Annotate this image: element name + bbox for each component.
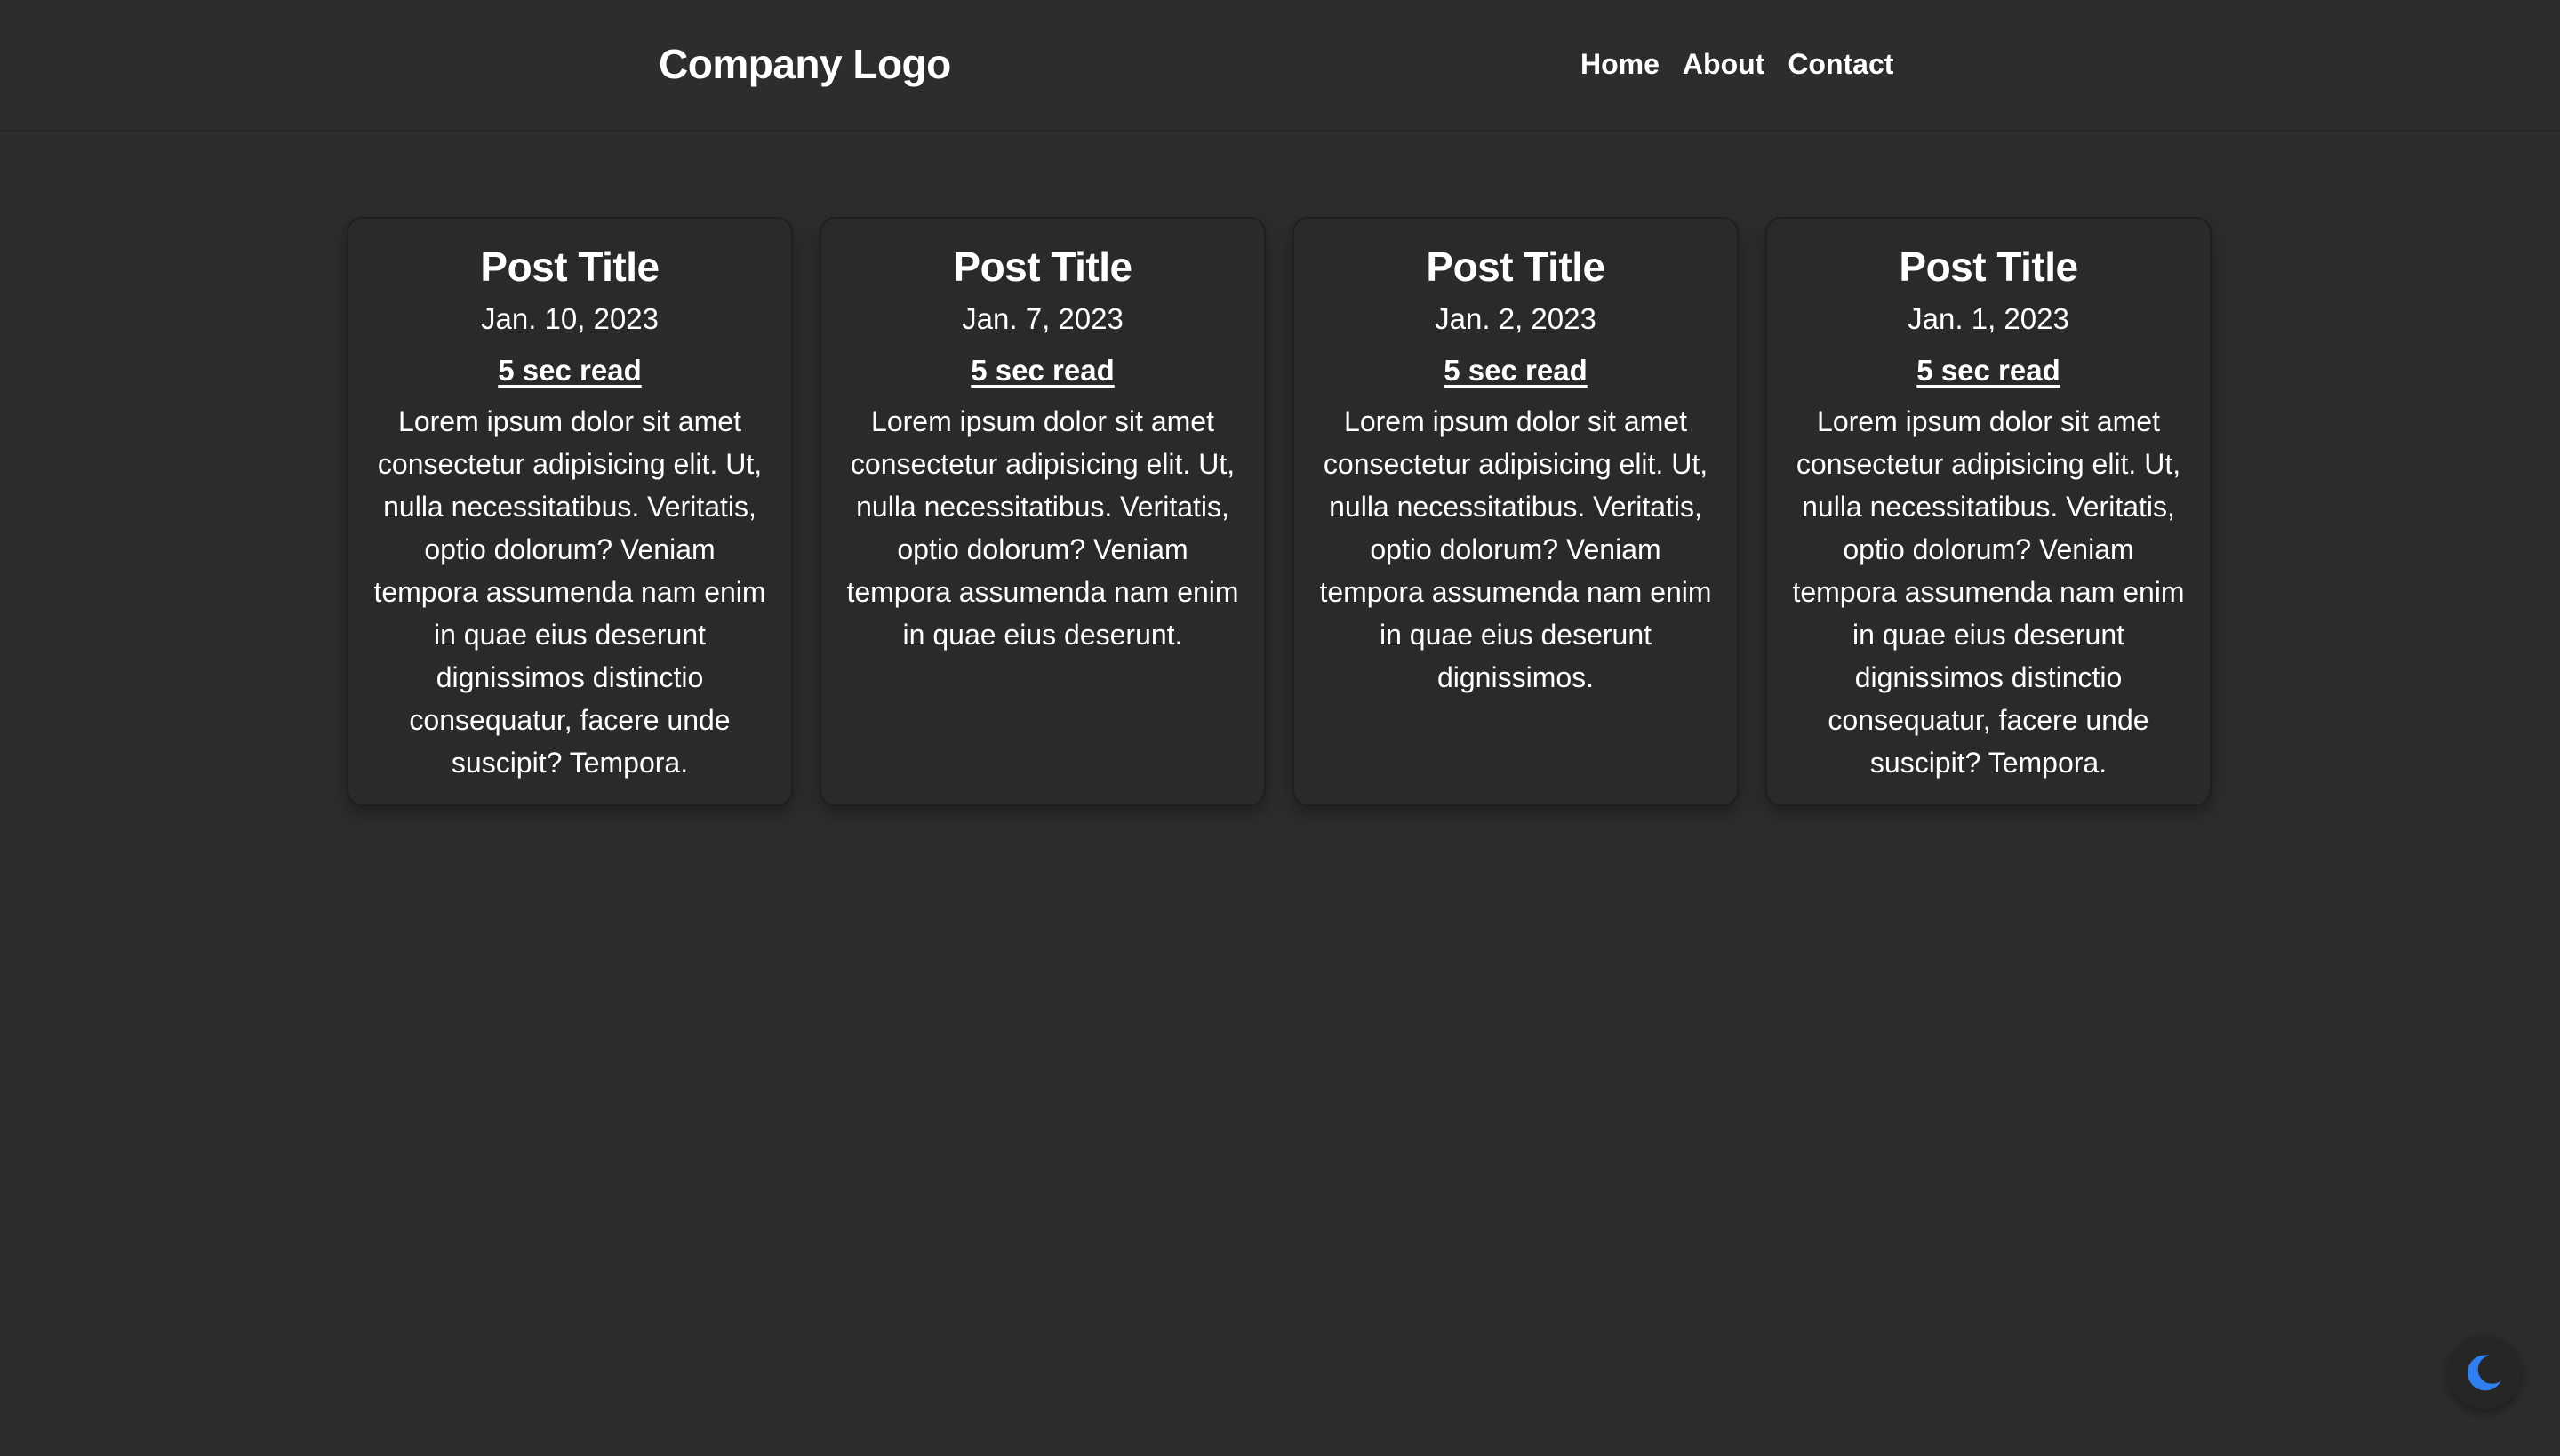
- post-excerpt: Lorem ipsum dolor sit amet consectetur a…: [373, 405, 766, 779]
- post-excerpt: Lorem ipsum dolor sit amet consectetur a…: [1319, 405, 1712, 693]
- read-time-link[interactable]: 5 sec read: [971, 350, 1114, 391]
- navbar: Company Logo Home About Contact: [0, 0, 2560, 132]
- nav-link-home[interactable]: Home: [1580, 43, 1660, 85]
- post-excerpt: Lorem ipsum dolor sit amet consectetur a…: [1792, 405, 2185, 779]
- theme-toggle-button[interactable]: [2448, 1336, 2521, 1409]
- post-date: Jan. 2, 2023: [1435, 302, 1596, 335]
- posts-grid: Post Title Jan. 10, 2023 5 sec read Lore…: [347, 217, 2212, 806]
- post-date: Jan. 7, 2023: [962, 302, 1124, 335]
- post-title: Post Title: [1426, 244, 1605, 290]
- read-time-link[interactable]: 5 sec read: [498, 350, 641, 391]
- moon-icon: [2467, 1355, 2501, 1391]
- post-title: Post Title: [480, 244, 660, 290]
- read-time-link[interactable]: 5 sec read: [1444, 350, 1587, 391]
- company-logo[interactable]: Company Logo: [659, 37, 951, 91]
- nav-link-about[interactable]: About: [1683, 43, 1764, 85]
- post-title: Post Title: [953, 244, 1132, 290]
- post-card: Post Title Jan. 7, 2023 5 sec read Lorem…: [820, 217, 1266, 806]
- nav-link-contact[interactable]: Contact: [1788, 43, 1893, 85]
- read-time-link[interactable]: 5 sec read: [1916, 350, 2060, 391]
- post-card: Post Title Jan. 10, 2023 5 sec read Lore…: [347, 217, 793, 806]
- post-title: Post Title: [1899, 244, 2078, 290]
- nav-links: Home About Contact: [1580, 43, 1893, 85]
- post-date: Jan. 10, 2023: [481, 302, 659, 335]
- post-card: Post Title Jan. 1, 2023 5 sec read Lorem…: [1765, 217, 2212, 806]
- post-excerpt: Lorem ipsum dolor sit amet consectetur a…: [846, 405, 1239, 651]
- post-date: Jan. 1, 2023: [1908, 302, 2069, 335]
- post-card: Post Title Jan. 2, 2023 5 sec read Lorem…: [1292, 217, 1739, 806]
